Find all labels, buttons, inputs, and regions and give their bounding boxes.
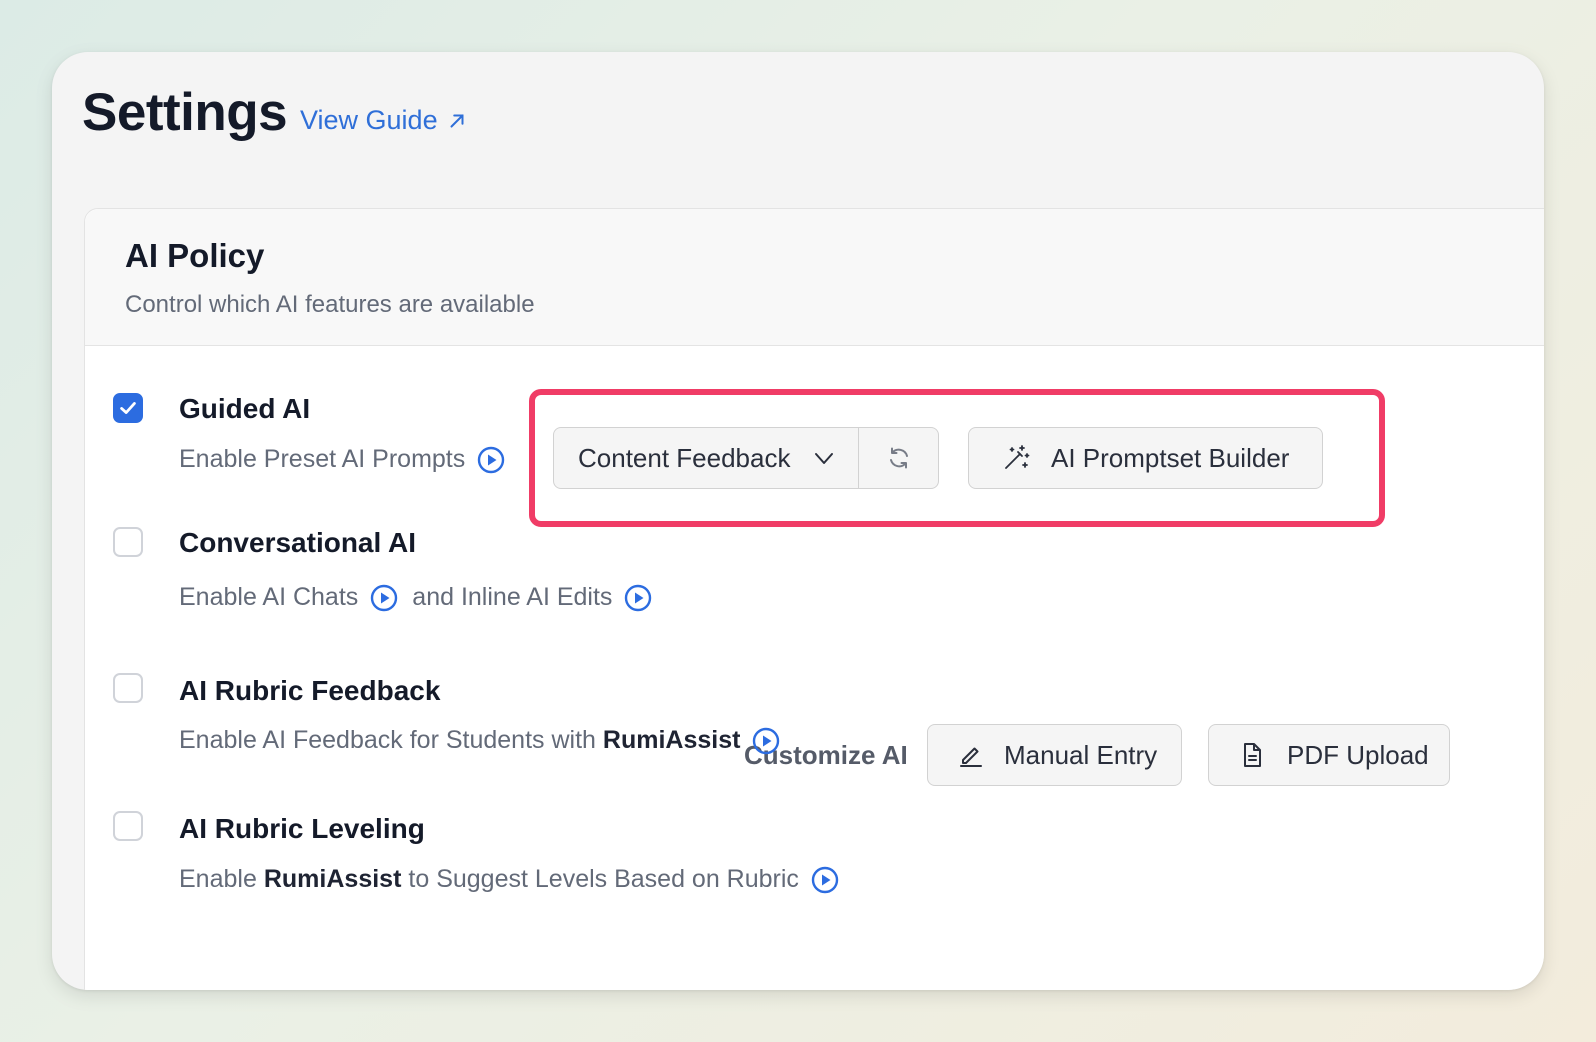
guided-ai-desc-text: Enable Preset AI Prompts bbox=[179, 445, 466, 473]
pdf-upload-label: PDF Upload bbox=[1287, 739, 1429, 770]
preset-select-value: Content Feedback bbox=[578, 442, 791, 473]
play-video-icon[interactable] bbox=[370, 584, 398, 612]
conversational-ai-title: Conversational AI bbox=[179, 527, 417, 558]
ai-policy-title: AI Policy bbox=[125, 237, 265, 274]
conversational-ai-checkbox[interactable] bbox=[113, 527, 143, 557]
pencil-icon bbox=[960, 747, 982, 767]
checkmark-icon bbox=[120, 402, 136, 414]
rubric-feedback-desc-text: Enable AI Feedback for Students with bbox=[179, 726, 596, 754]
rumiassist-brand: RumiAssist bbox=[602, 726, 741, 754]
refresh-button[interactable] bbox=[859, 428, 938, 488]
play-video-icon[interactable] bbox=[477, 446, 505, 474]
rubric-leveling-title: AI Rubric Leveling bbox=[179, 813, 425, 844]
conversational-desc-chats: Enable AI Chats bbox=[179, 583, 359, 611]
guided-ai-title: Guided AI bbox=[179, 393, 311, 424]
external-arrow-icon bbox=[450, 113, 464, 128]
play-video-icon[interactable] bbox=[811, 866, 839, 894]
magic-wand-icon bbox=[1005, 445, 1030, 469]
manual-entry-label: Manual Entry bbox=[1004, 739, 1158, 770]
ai-policy-card: AI Policy Control which AI features are … bbox=[84, 208, 1544, 990]
guided-ai-checkbox[interactable] bbox=[113, 393, 143, 423]
document-icon bbox=[1244, 743, 1261, 767]
page-title: Settings bbox=[82, 83, 288, 142]
chevron-down-icon bbox=[815, 453, 833, 464]
pdf-upload-button[interactable]: PDF Upload bbox=[1208, 724, 1450, 786]
rubric-leveling-checkbox[interactable] bbox=[113, 811, 143, 841]
rubric-leveling-desc-suffix: to Suggest Levels Based on Rubric bbox=[408, 865, 799, 893]
promptset-builder-button[interactable]: AI Promptset Builder bbox=[968, 427, 1323, 489]
preset-dropdown-group: Content Feedback bbox=[553, 427, 939, 489]
rubric-feedback-description: Enable AI Feedback for Students with Rum… bbox=[179, 726, 780, 755]
conversational-desc-edits: and Inline AI Edits bbox=[412, 583, 613, 611]
manual-entry-button[interactable]: Manual Entry bbox=[927, 724, 1182, 786]
rubric-feedback-checkbox[interactable] bbox=[113, 673, 143, 703]
view-guide-label: View Guide bbox=[300, 105, 438, 135]
guided-ai-description: Enable Preset AI Prompts bbox=[179, 445, 505, 474]
promptset-builder-label: AI Promptset Builder bbox=[1051, 442, 1290, 473]
play-video-icon[interactable] bbox=[624, 584, 652, 612]
view-guide-link[interactable]: View Guide bbox=[300, 105, 468, 136]
play-video-icon[interactable] bbox=[752, 727, 780, 755]
ai-policy-header: AI Policy Control which AI features are … bbox=[85, 209, 1544, 346]
preset-select[interactable]: Content Feedback bbox=[554, 428, 859, 488]
refresh-icon bbox=[889, 447, 908, 469]
ai-policy-subtitle: Control which AI features are available bbox=[125, 291, 535, 318]
rubric-feedback-title: AI Rubric Feedback bbox=[179, 675, 441, 706]
settings-window: Settings View Guide AI Policy Control wh… bbox=[52, 52, 1544, 990]
rubric-leveling-desc-prefix: Enable bbox=[179, 865, 257, 893]
rubric-leveling-description: Enable RumiAssist to Suggest Levels Base… bbox=[179, 865, 839, 894]
rumiassist-brand: RumiAssist bbox=[263, 865, 402, 893]
conversational-ai-description: Enable AI Chats and Inline AI Edits bbox=[179, 583, 652, 612]
